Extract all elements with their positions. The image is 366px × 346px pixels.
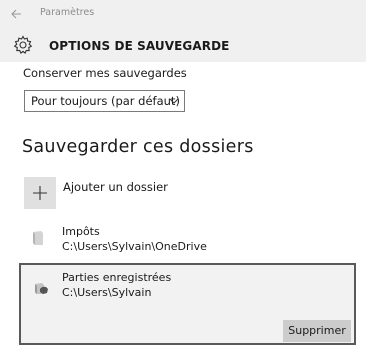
folder-item-impots[interactable]: Impôts C:\Users\Sylvain\OneDrive [24, 225, 344, 259]
chevron-down-icon [169, 98, 179, 104]
folder-name: Impôts [62, 225, 100, 238]
folder-item-parties-enregistrees[interactable]: Parties enregistrées C:\Users\Sylvain Su… [19, 263, 356, 345]
page-header: OPTIONS DE SAUVEGARDE [0, 28, 366, 62]
add-folder-row[interactable]: Ajouter un dossier [24, 177, 224, 209]
gear-icon [13, 35, 33, 54]
plus-icon [33, 186, 47, 200]
backup-folders-heading: Sauvegarder ces dossiers [22, 137, 254, 157]
folder-name: Parties enregistrées [62, 271, 172, 284]
back-arrow-icon [10, 9, 21, 19]
keep-backups-selected-value: Pour toujours (par défaut) [31, 94, 180, 108]
window-title: Paramètres [40, 7, 95, 18]
back-button[interactable] [4, 2, 28, 26]
add-folder-button[interactable] [24, 177, 56, 209]
folder-icon [33, 231, 43, 245]
add-folder-label: Ajouter un dossier [63, 180, 168, 194]
remove-folder-button[interactable]: Supprimer [283, 320, 351, 342]
keep-backups-label: Conserver mes sauvegardes [23, 66, 187, 80]
keep-backups-dropdown[interactable]: Pour toujours (par défaut) [24, 90, 185, 112]
folder-path: C:\Users\Sylvain [62, 286, 152, 299]
title-bar: Paramètres [0, 0, 366, 28]
page-title: OPTIONS DE SAUVEGARDE [49, 39, 230, 53]
saved-games-icon [35, 283, 48, 294]
folder-path: C:\Users\Sylvain\OneDrive [62, 240, 207, 253]
